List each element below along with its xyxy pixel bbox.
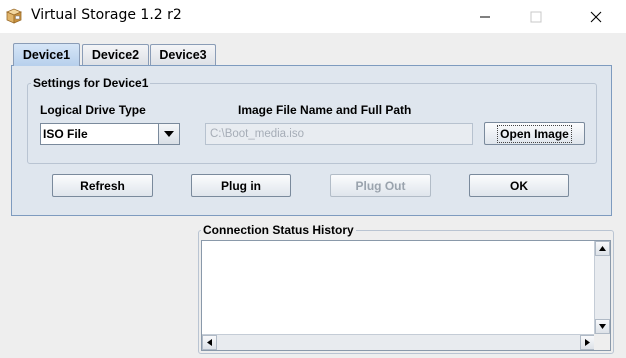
drive-type-value: ISO File <box>43 127 88 141</box>
vertical-scrollbar[interactable] <box>594 241 610 334</box>
arrow-down-icon <box>599 324 606 329</box>
minimize-icon <box>480 16 490 17</box>
arrow-up-icon <box>599 246 606 251</box>
package-box-icon <box>5 8 23 24</box>
connection-status-group: Connection Status History <box>198 223 614 354</box>
scroll-up-button[interactable] <box>595 241 610 256</box>
window-title: Virtual Storage 1.2 r2 <box>31 7 182 23</box>
open-image-label: Open Image <box>497 124 572 143</box>
refresh-button[interactable]: Refresh <box>52 174 153 197</box>
dropdown-arrow-button[interactable] <box>158 124 179 144</box>
scroll-down-button[interactable] <box>595 319 610 334</box>
arrow-right-icon <box>585 339 590 346</box>
scroll-right-button[interactable] <box>580 335 595 350</box>
plug-out-button: Plug Out <box>330 174 431 197</box>
open-image-button[interactable]: Open Image <box>484 122 585 145</box>
maximize-button <box>513 0 559 33</box>
scroll-left-button[interactable] <box>202 335 217 350</box>
maximize-icon <box>530 11 542 22</box>
arrow-left-icon <box>207 339 212 346</box>
settings-group-title: Settings for Device1 <box>31 76 151 90</box>
tab-device2[interactable]: Device2 <box>82 44 149 65</box>
image-path-field: C:\Boot_media.iso <box>205 123 473 145</box>
window-client: Device1 Device2 Device3 Settings for Dev… <box>0 33 626 358</box>
settings-group: Settings for Device1 Logical Drive Type … <box>27 76 597 164</box>
scroll-corner <box>594 334 610 350</box>
close-icon <box>590 11 602 22</box>
image-path-label: Image File Name and Full Path <box>238 103 412 117</box>
minimize-button[interactable] <box>462 0 508 33</box>
drive-type-select[interactable]: ISO File <box>40 123 180 145</box>
horizontal-scrollbar[interactable] <box>202 334 595 350</box>
chevron-down-icon <box>164 131 174 137</box>
close-button[interactable] <box>573 0 619 33</box>
drive-type-label: Logical Drive Type <box>40 103 146 117</box>
tab-device1[interactable]: Device1 <box>13 43 80 66</box>
tab-device3[interactable]: Device3 <box>150 44 216 65</box>
title-bar: Virtual Storage 1.2 r2 <box>0 0 626 33</box>
ok-button[interactable]: OK <box>469 174 569 197</box>
connection-status-log[interactable] <box>201 240 611 351</box>
connection-status-title: Connection Status History <box>201 223 356 237</box>
plug-in-button[interactable]: Plug in <box>191 174 291 197</box>
